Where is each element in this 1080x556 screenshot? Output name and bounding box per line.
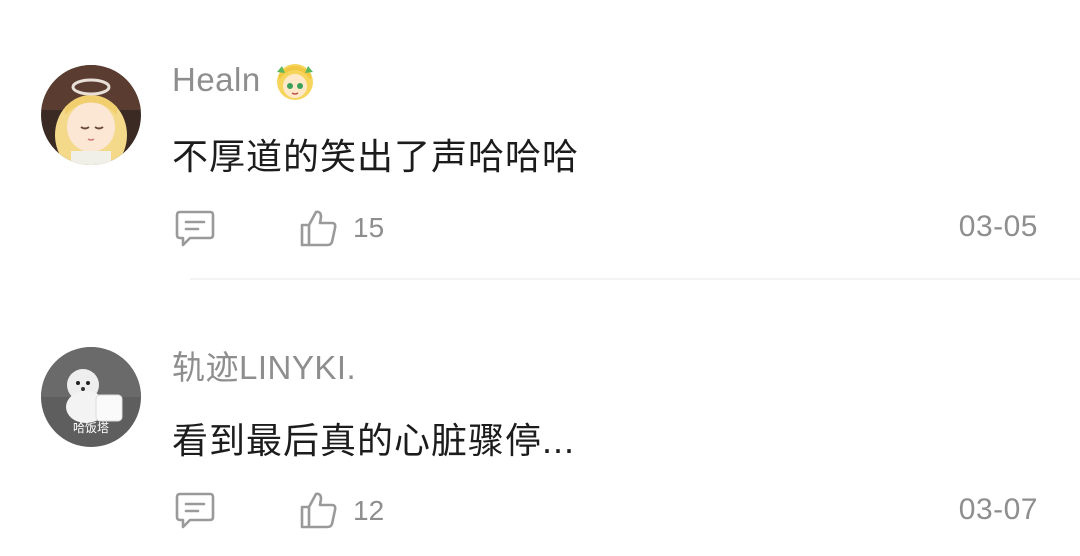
thumbs-up-icon[interactable] [299,490,339,530]
thumbs-up-icon[interactable] [299,208,339,248]
comment-text: 不厚道的笑出了声哈哈哈 [172,136,580,177]
comment-date: 03-07 [958,493,1038,526]
anime-avatar-badge-icon [276,64,313,100]
comment-bubble-icon[interactable] [174,208,216,248]
comment-item: 哈饭塔 轨迹LINYKI. 看到最后真的心脏骤停... 12 03-07 [0,280,1080,556]
username[interactable]: Healn [172,61,261,99]
user-avatar[interactable] [41,65,141,165]
like-count: 15 [353,212,385,243]
comment-date: 03-05 [958,210,1038,243]
username-row: Healn [172,58,317,102]
username-row: 轨迹LINYKI. [172,343,356,387]
comment-bubble-icon[interactable] [174,490,216,530]
comment-text: 看到最后真的心脏骤停... [172,420,576,461]
username[interactable]: 轨迹LINYKI. [172,341,356,389]
comment-item: Healn 不厚道的笑出了声哈哈哈 15 03-05 [0,0,1080,280]
like-count: 12 [353,495,385,526]
anime-girl-avatar-icon [41,65,141,165]
avatar-caption: 哈饭塔 [72,421,109,435]
user-avatar[interactable]: 哈饭塔 [41,347,141,447]
